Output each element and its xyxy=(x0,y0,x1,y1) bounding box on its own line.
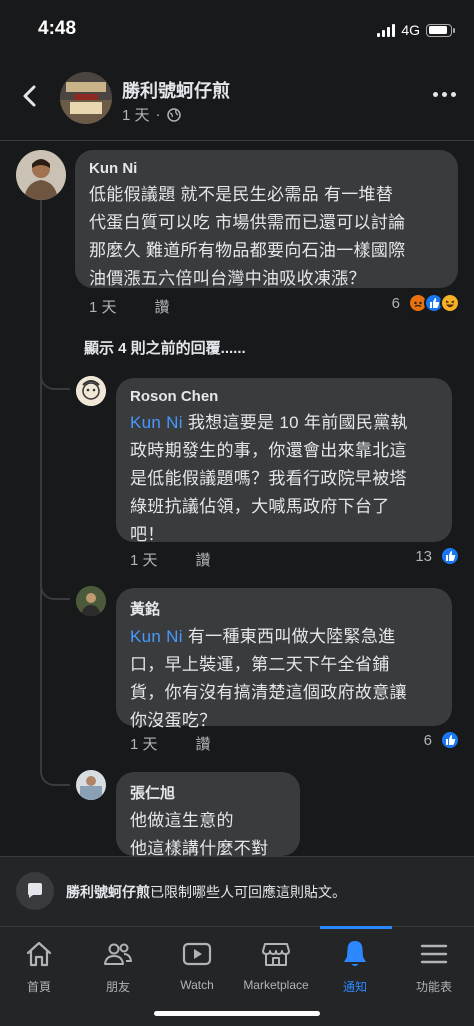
reply-actions: 1 天 讚 xyxy=(130,549,211,570)
reply-text: 他做這生意的 他這樣講什麼不對 xyxy=(130,811,269,858)
person-photo-icon xyxy=(76,586,106,616)
person-photo-icon xyxy=(76,770,106,800)
reply-time: 1 天 xyxy=(130,736,158,753)
comment-text: 低能假議題 就不是民生必需品 有一堆替 代蛋白質可以吃 市場供需而已還可以討論 … xyxy=(89,185,406,288)
thread-connector xyxy=(40,360,70,390)
thread-line xyxy=(40,200,42,760)
like-button[interactable]: 讚 xyxy=(196,549,211,570)
reply-bubble: 張仁旭 他做這生意的 他這樣講什麼不對 xyxy=(116,772,300,858)
page-avatar[interactable] xyxy=(60,72,112,124)
like-button[interactable]: 讚 xyxy=(196,733,211,754)
reaction-count: 6 xyxy=(423,731,432,749)
back-button[interactable] xyxy=(18,84,42,108)
reply-text: Kun Ni 有一種東西叫做大陸緊急進 口，早上裝運，第二天下午全省鋪 貨，你有… xyxy=(130,627,407,730)
person-photo-icon xyxy=(16,150,66,200)
avatar[interactable] xyxy=(76,376,106,406)
home-icon xyxy=(26,941,52,967)
post-meta: 1 天 · xyxy=(122,104,181,125)
friends-icon xyxy=(104,943,132,965)
network-type: 4G xyxy=(401,22,420,38)
avatar[interactable] xyxy=(76,770,106,800)
marketplace-icon xyxy=(262,943,290,966)
reply-time: 1 天 xyxy=(130,552,158,569)
tab-friends[interactable]: 朋友 xyxy=(78,938,158,995)
more-options-button[interactable] xyxy=(433,92,456,97)
tab-label: 首頁 xyxy=(26,980,51,994)
tab-watch[interactable]: Watch xyxy=(157,938,237,992)
status-indicators: 4G xyxy=(377,22,455,38)
comment-time: 1 天 xyxy=(89,299,117,316)
reply-actions: 1 天 讚 xyxy=(130,733,211,754)
like-reaction-icon xyxy=(440,546,460,566)
restriction-message: 勝利號蚵仔煎已限制哪些人可回應這則貼文。 xyxy=(66,884,346,900)
mention-link[interactable]: Kun Ni xyxy=(130,627,183,646)
globe-icon xyxy=(166,107,181,122)
restriction-icon-wrap xyxy=(16,872,54,910)
haha-emoji-icon xyxy=(440,293,460,313)
like-reaction-icon xyxy=(440,730,460,750)
reply-author[interactable]: 張仁旭 xyxy=(130,782,286,803)
watch-icon xyxy=(182,942,212,966)
comment-bubble: Kun Ni 低能假議題 就不是民生必需品 有一堆替 代蛋白質可以吃 市場供需而… xyxy=(75,150,458,288)
reply-author[interactable]: Roson Chen xyxy=(130,388,438,405)
bell-icon xyxy=(344,941,366,966)
home-indicator xyxy=(154,1011,320,1016)
chat-bubble-icon xyxy=(28,883,42,898)
dot-separator: · xyxy=(155,106,161,123)
reply-text: Kun Ni 我想這要是 10 年前國民黨執 政時期發生的事，你還會出來靠北這 … xyxy=(130,413,408,544)
restriction-page-name[interactable]: 勝利號蚵仔煎 xyxy=(66,884,150,900)
header-divider xyxy=(0,140,474,141)
signal-icon xyxy=(377,23,396,37)
tab-label: 朋友 xyxy=(105,980,130,994)
tab-marketplace[interactable]: Marketplace xyxy=(236,938,316,992)
reaction-summary[interactable]: 6 xyxy=(424,730,460,750)
chevron-left-icon xyxy=(23,85,36,107)
reply-bubble: Roson Chen Kun Ni 我想這要是 10 年前國民黨執 政時期發生的… xyxy=(116,378,452,544)
reaction-summary[interactable]: 6 xyxy=(392,293,460,313)
tab-label: Watch xyxy=(180,978,214,992)
comment-author[interactable]: Kun Ni xyxy=(89,160,444,177)
tab-label: Marketplace xyxy=(243,978,309,992)
reaction-summary[interactable]: 13 xyxy=(415,546,460,566)
comment-actions: 1 天 讚 xyxy=(89,296,170,317)
like-button[interactable]: 讚 xyxy=(155,296,170,317)
cartoon-avatar-icon xyxy=(76,376,106,406)
reaction-count: 6 xyxy=(391,294,400,312)
reply-author[interactable]: 黃銘 xyxy=(130,598,438,619)
tab-notifications[interactable]: 通知 xyxy=(315,938,395,995)
thread-connector xyxy=(40,570,70,600)
active-tab-indicator xyxy=(320,926,392,929)
tab-label: 功能表 xyxy=(415,980,452,994)
avatar[interactable] xyxy=(76,586,106,616)
mention-link[interactable]: Kun Ni xyxy=(130,413,183,432)
tab-home[interactable]: 首頁 xyxy=(0,938,79,995)
tab-label: 通知 xyxy=(342,980,367,994)
avatar[interactable] xyxy=(16,150,66,200)
battery-icon xyxy=(426,23,455,37)
tab-menu[interactable]: 功能表 xyxy=(394,938,474,995)
show-previous-replies[interactable]: 顯示 4 則之前的回覆...... xyxy=(84,337,246,358)
storefront-photo-icon xyxy=(60,72,112,124)
thread-connector xyxy=(40,760,70,786)
reply-bubble: 黃銘 Kun Ni 有一種東西叫做大陸緊急進 口，早上裝運，第二天下午全省鋪 貨… xyxy=(116,588,452,730)
reaction-count: 13 xyxy=(415,547,432,565)
menu-icon xyxy=(420,944,448,964)
page-title[interactable]: 勝利號蚵仔煎 xyxy=(122,77,230,103)
post-time: 1 天 xyxy=(122,107,150,124)
status-time: 4:48 xyxy=(38,18,77,39)
